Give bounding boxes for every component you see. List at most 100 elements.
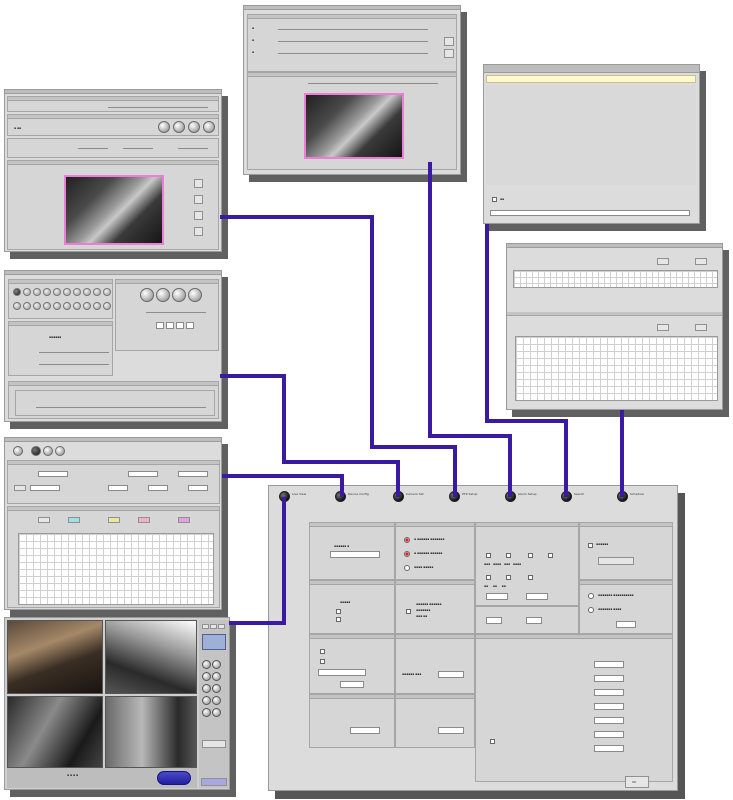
alarm-field[interactable]: [148, 485, 168, 491]
keypad-button[interactable]: [212, 708, 221, 717]
channel-button-icon[interactable]: [43, 302, 51, 310]
keypad-button[interactable]: [202, 672, 211, 681]
record-mode-radio[interactable]: [404, 551, 410, 557]
clear-button[interactable]: [138, 517, 150, 523]
keypad-button[interactable]: [202, 684, 211, 693]
res-checkbox[interactable]: [506, 575, 511, 580]
storage-radio[interactable]: [588, 607, 594, 613]
channel-button-icon[interactable]: [53, 288, 61, 296]
pan-speed-slider[interactable]: [78, 148, 108, 149]
split-view-button[interactable]: [210, 624, 217, 629]
res-checkbox[interactable]: [548, 553, 553, 558]
camera-tile-4[interactable]: [105, 696, 197, 768]
preset-field[interactable]: [166, 322, 174, 329]
channel-button-icon[interactable]: [33, 302, 41, 310]
zoom-speed-slider[interactable]: [178, 148, 208, 149]
sensor-button[interactable]: [108, 517, 120, 523]
motion-checkbox[interactable]: [406, 609, 411, 614]
user-field[interactable]: [594, 689, 624, 696]
channel-button-icon[interactable]: [93, 302, 101, 310]
channel-button-icon[interactable]: [103, 302, 111, 310]
res-checkbox[interactable]: [486, 553, 491, 558]
time-field[interactable]: [526, 617, 542, 624]
ptz-knob-icon[interactable]: [203, 121, 215, 133]
split-view-button[interactable]: [202, 624, 209, 629]
ptz-protocol-select[interactable]: [318, 669, 366, 676]
user-field[interactable]: [594, 717, 624, 724]
mode-button-icon[interactable]: [31, 446, 41, 456]
user-field[interactable]: [594, 745, 624, 752]
ptz-knob-icon[interactable]: [156, 288, 170, 302]
quality-slider[interactable]: [39, 352, 109, 353]
channel-button-icon[interactable]: [43, 288, 51, 296]
video-format-select[interactable]: [330, 551, 380, 558]
alarm-field[interactable]: [178, 471, 208, 477]
channel-button-icon[interactable]: [63, 302, 71, 310]
ptz-toggle-button[interactable]: [202, 740, 226, 748]
keypad-button[interactable]: [212, 660, 221, 669]
hdd-field[interactable]: [438, 727, 464, 734]
playback-controls[interactable]: ▪ ▪ ▪ ▪: [67, 774, 78, 777]
keypad-button[interactable]: [202, 708, 211, 717]
ptz-knob-icon[interactable]: [173, 121, 185, 133]
ptz-knob-icon[interactable]: [188, 288, 202, 302]
alarm-schedule-grid[interactable]: [18, 533, 214, 605]
alarm-button[interactable]: [14, 485, 26, 491]
volume-slider[interactable]: [36, 407, 206, 408]
keypad-button[interactable]: [202, 660, 211, 669]
channel-button-icon[interactable]: [13, 288, 21, 296]
ptz-address-field[interactable]: [340, 681, 364, 688]
week-schedule-grid[interactable]: [515, 336, 718, 401]
keypad-button[interactable]: [212, 684, 221, 693]
record-mode-radio[interactable]: [404, 565, 410, 571]
res-field[interactable]: [486, 593, 508, 600]
preset-field[interactable]: [176, 322, 184, 329]
mode-button-icon[interactable]: [13, 446, 23, 456]
user-field[interactable]: [594, 675, 624, 682]
preset-button[interactable]: [194, 179, 203, 188]
storage-radio[interactable]: [588, 593, 594, 599]
channel-button-icon[interactable]: [73, 302, 81, 310]
record-mode-radio[interactable]: [404, 537, 410, 543]
preset-button[interactable]: [194, 227, 203, 236]
camera-tile-3[interactable]: [7, 696, 103, 768]
display-field[interactable]: [438, 671, 464, 678]
ptz-checkbox[interactable]: [320, 649, 325, 654]
speed-slider[interactable]: [146, 312, 206, 313]
apply-button[interactable]: [178, 517, 190, 523]
channel-button-icon[interactable]: [83, 288, 91, 296]
alarm-field[interactable]: [30, 485, 60, 491]
res-checkbox[interactable]: [528, 553, 533, 558]
net-checkbox[interactable]: [588, 543, 593, 548]
apply-button[interactable]: [444, 49, 454, 58]
channel-button-icon[interactable]: [33, 288, 41, 296]
brightness-slider[interactable]: [278, 29, 428, 30]
channel-button-icon[interactable]: [23, 288, 31, 296]
default-button[interactable]: [444, 37, 454, 46]
keypad-button[interactable]: [212, 696, 221, 705]
tilt-speed-slider[interactable]: [123, 148, 153, 149]
ptz-checkbox[interactable]: [320, 659, 325, 664]
res-checkbox[interactable]: [528, 575, 533, 580]
channel-button-icon[interactable]: [73, 288, 81, 296]
camera-tile-1[interactable]: [7, 620, 103, 694]
user-checkbox[interactable]: [490, 739, 495, 744]
time-field[interactable]: [486, 617, 502, 624]
user-field[interactable]: [594, 703, 624, 710]
preset-field[interactable]: [156, 322, 164, 329]
alarm-field[interactable]: [188, 485, 208, 491]
copy-button[interactable]: [657, 258, 669, 265]
ok-button[interactable]: OK: [625, 776, 649, 788]
channel-button-icon[interactable]: [53, 302, 61, 310]
alarm-field[interactable]: [38, 471, 68, 477]
audio-checkbox[interactable]: [336, 609, 341, 614]
menu-button[interactable]: [201, 778, 227, 786]
channel-button-icon[interactable]: [63, 288, 71, 296]
res-checkbox[interactable]: [486, 575, 491, 580]
camera-tile-2[interactable]: [105, 620, 197, 694]
storage-field[interactable]: [616, 621, 636, 628]
framerate-slider[interactable]: [39, 364, 109, 365]
channel-button-icon[interactable]: [103, 288, 111, 296]
hue-slider[interactable]: [278, 53, 428, 54]
keypad-button[interactable]: [212, 672, 221, 681]
